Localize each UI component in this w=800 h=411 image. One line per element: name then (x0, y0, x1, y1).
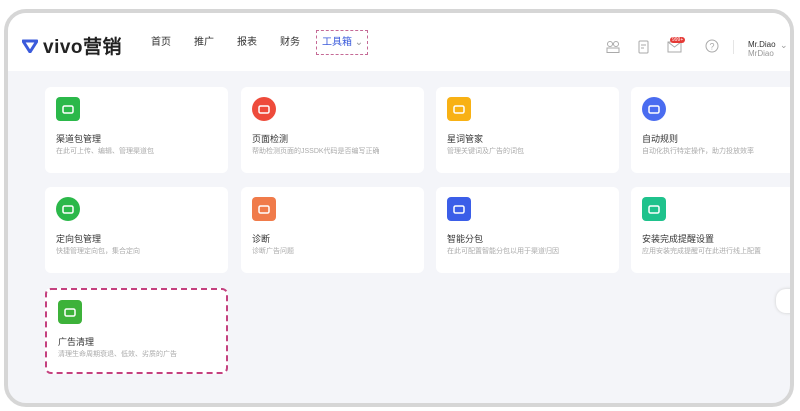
logo-text: vivo营销 (43, 37, 123, 58)
tool-title: 渠道包管理 (56, 134, 102, 144)
tool-card[interactable]: 安装完成提醒设置 应用安装完成提醒可在此进行线上配置 (631, 187, 790, 273)
search-icon (447, 97, 471, 121)
nav-home[interactable]: 首页 (151, 35, 171, 51)
archive-icon (56, 197, 80, 221)
diagnose-icon (252, 197, 276, 221)
tool-title: 诊断 (252, 234, 271, 244)
user-account: MrDiao (748, 49, 774, 58)
nav-toolbox[interactable]: 工具箱 ⌄ (316, 30, 368, 55)
tool-card[interactable]: 自动规则 自动化执行特定操作，助力投放效率 (631, 87, 790, 173)
divider (733, 40, 734, 54)
tool-card[interactable]: 页面检测 帮助检测页面的JSSDK代码是否编写正确 (241, 87, 424, 173)
tool-card[interactable]: 渠道包管理 在此可上传、编辑、管理渠道包 (45, 87, 228, 173)
page-search-icon (252, 97, 276, 121)
chevron-down-icon[interactable]: ⌄ (780, 40, 788, 51)
nav-promotion[interactable]: 推广 (194, 35, 214, 51)
tool-description: 帮助检测页面的JSSDK代码是否编写正确 (252, 148, 380, 155)
nav-reports[interactable]: 报表 (237, 35, 257, 51)
tool-title: 安装完成提醒设置 (642, 234, 715, 244)
basket-icon (58, 300, 82, 324)
download-doc-icon[interactable] (638, 40, 650, 59)
tool-description: 在此可配置智能分包以用于渠道归因 (447, 248, 559, 255)
main-nav: 首页 推广 报表 财务 工具箱 ⌄ (151, 30, 368, 55)
tool-title: 星词管家 (447, 134, 484, 144)
tool-description: 快捷管理定向包，集合定向 (56, 248, 140, 255)
tool-title: 广告清理 (58, 337, 95, 347)
tool-card[interactable]: 广告清理 清理生命周期衰退、低效、劣质的广告 (45, 288, 228, 374)
install-reminder-icon (642, 197, 666, 221)
toolbox-label: 工具箱 (322, 37, 352, 48)
tool-description: 自动化执行特定操作，助力投放效率 (642, 148, 754, 155)
tool-description: 管理关键词及广告的词包 (447, 148, 524, 155)
vivo-logo[interactable]: vivo营销 (22, 32, 122, 59)
chevron-down-icon: ⌄ (354, 37, 364, 48)
tool-card[interactable]: 定向包管理 快捷管理定向包，集合定向 (45, 187, 228, 273)
tool-title: 定向包管理 (56, 234, 102, 244)
tool-title: 页面检测 (252, 134, 289, 144)
tool-card[interactable]: 智能分包 在此可配置智能分包以用于渠道归因 (436, 187, 619, 273)
tool-title: 自动规则 (642, 134, 679, 144)
tool-title: 智能分包 (447, 234, 484, 244)
android-icon (56, 97, 80, 121)
app-window: vivo营销 首页 推广 报表 财务 工具箱 ⌄ 999+ ? Mr.Diao … (4, 9, 794, 407)
auto-play-icon (642, 97, 666, 121)
floating-helper-button[interactable] (776, 289, 790, 313)
top-header: vivo营销 首页 推广 报表 财务 工具箱 ⌄ 999+ ? Mr.Diao … (8, 13, 790, 71)
user-menu[interactable]: Mr.Diao MrDiao (748, 40, 776, 58)
tool-description: 应用安装完成提醒可在此进行线上配置 (642, 248, 761, 255)
tool-description: 清理生命周期衰退、低效、劣质的广告 (58, 351, 177, 358)
mail-badge: 999+ (670, 37, 686, 43)
users-icon[interactable] (606, 40, 620, 58)
tool-card[interactable]: 诊断 诊断广告问题 (241, 187, 424, 273)
tool-description: 诊断广告问题 (252, 248, 294, 255)
tool-card[interactable]: 星词管家 管理关键词及广告的词包 (436, 87, 619, 173)
svg-text:?: ? (710, 42, 715, 52)
help-icon[interactable]: ? (705, 39, 719, 58)
vivo-logo-icon (22, 39, 38, 53)
nav-finance[interactable]: 财务 (280, 35, 300, 51)
tool-description: 在此可上传、编辑、管理渠道包 (56, 148, 154, 155)
user-name: Mr.Diao (748, 40, 776, 49)
android-icon (447, 197, 471, 221)
